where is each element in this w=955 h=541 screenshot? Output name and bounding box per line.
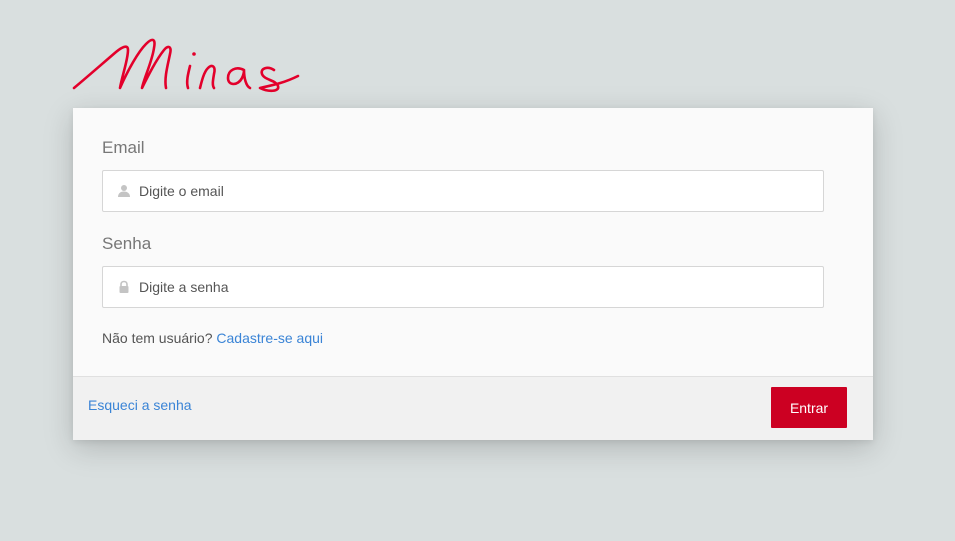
- register-prompt-text: Não tem usuário?: [102, 330, 213, 346]
- register-prompt: Não tem usuário? Cadastre-se aqui: [102, 330, 323, 346]
- email-input[interactable]: [139, 171, 809, 211]
- lock-icon: [117, 280, 131, 294]
- login-card-footer: Esqueci a senha Entrar: [73, 376, 873, 440]
- email-input-group[interactable]: [102, 170, 824, 212]
- login-form: Email Senha Não tem usuário? Cadast: [73, 108, 873, 377]
- password-input[interactable]: [139, 267, 809, 307]
- password-label: Senha: [102, 234, 152, 253]
- forgot-password-link[interactable]: Esqueci a senha: [88, 397, 192, 413]
- email-label: Email: [102, 138, 145, 157]
- minas-logo-graphic: [72, 38, 300, 93]
- user-icon: [117, 184, 131, 198]
- password-input-group[interactable]: [102, 266, 824, 308]
- minas-logo: [72, 30, 304, 96]
- register-link[interactable]: Cadastre-se aqui: [216, 330, 323, 346]
- login-button[interactable]: Entrar: [771, 387, 847, 428]
- login-card: Email Senha Não tem usuário? Cadast: [73, 108, 873, 440]
